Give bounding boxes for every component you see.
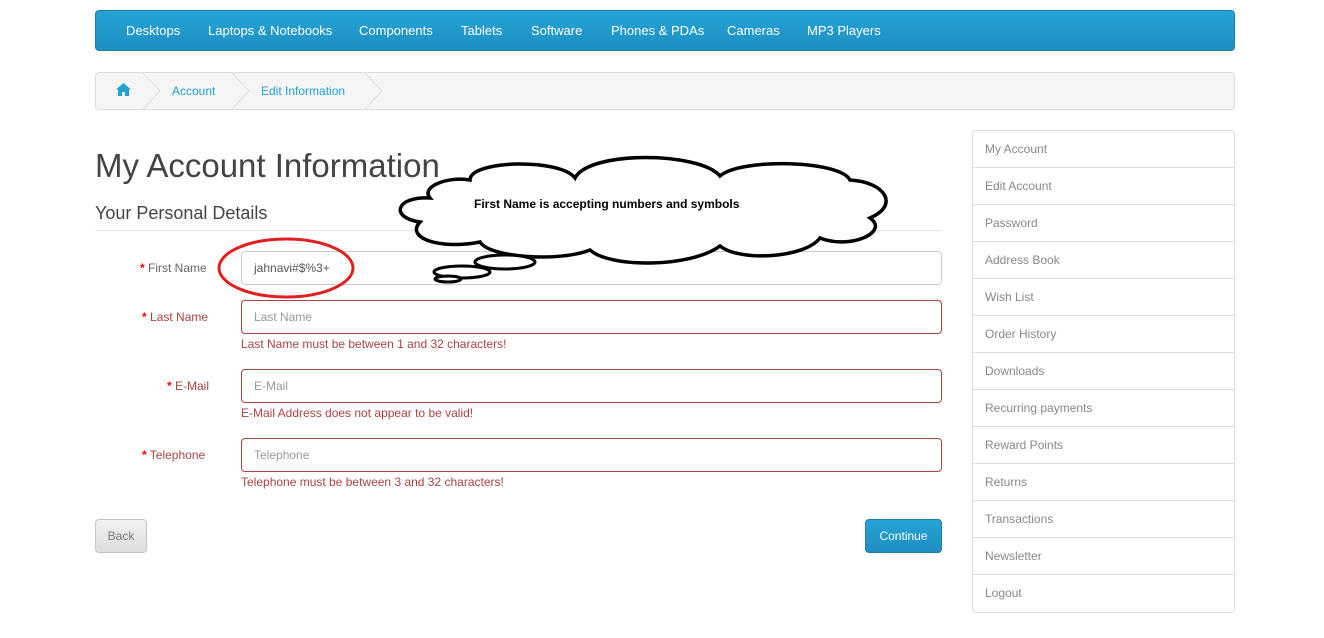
back-button[interactable]: Back (95, 519, 147, 553)
menu-item-cameras[interactable]: Cameras (727, 23, 780, 38)
breadcrumb: Account Edit Information (95, 72, 1235, 110)
home-icon[interactable] (116, 83, 131, 99)
sidebar-item-newsletter[interactable]: Newsletter (973, 538, 1234, 575)
last-name-label: * Last Name (142, 310, 209, 324)
sidebar-item-downloads[interactable]: Downloads (973, 353, 1234, 390)
sidebar-item-reward-points[interactable]: Reward Points (973, 427, 1234, 464)
section-title: Your Personal Details (95, 203, 268, 223)
menu-item-phones[interactable]: Phones & PDAs (611, 23, 704, 38)
menu-item-laptops[interactable]: Laptops & Notebooks (208, 23, 332, 38)
last-name-input[interactable] (241, 300, 942, 334)
page-title: My Account Information (95, 147, 440, 184)
menu-item-tablets[interactable]: Tablets (461, 23, 502, 38)
sidebar-item-returns[interactable]: Returns (973, 464, 1234, 501)
sidebar-item-recurring-payments[interactable]: Recurring payments (973, 390, 1234, 427)
menu-item-desktops[interactable]: Desktops (126, 23, 180, 38)
sidebar-item-order-history[interactable]: Order History (973, 316, 1234, 353)
sidebar-item-logout[interactable]: Logout (973, 575, 1234, 612)
breadcrumb-edit-information[interactable]: Edit Information (261, 84, 345, 98)
sidebar-item-address-book[interactable]: Address Book (973, 242, 1234, 279)
telephone-input[interactable] (241, 438, 942, 472)
account-sidebar: My Account Edit Account Password Address… (972, 130, 1235, 613)
sidebar-item-transactions[interactable]: Transactions (973, 501, 1234, 538)
annotation-note: First Name is accepting numbers and symb… (474, 197, 740, 211)
telephone-label: * Telephone (142, 448, 206, 462)
sidebar-item-my-account[interactable]: My Account (973, 131, 1234, 168)
top-menu: Desktops Laptops & Notebooks Components … (95, 10, 1235, 51)
breadcrumb-separator (364, 73, 383, 109)
breadcrumb-account[interactable]: Account (172, 84, 215, 98)
menu-item-software[interactable]: Software (531, 23, 582, 38)
email-label: * E-Mail (167, 379, 210, 393)
menu-item-components[interactable]: Components (359, 23, 433, 38)
telephone-error: Telephone must be between 3 and 32 chara… (241, 475, 504, 489)
first-name-label: * First Name (140, 261, 207, 275)
email-error: E-Mail Address does not appear to be val… (241, 406, 474, 420)
last-name-error: Last Name must be between 1 and 32 chara… (241, 337, 507, 351)
menu-item-mp3-players[interactable]: MP3 Players (807, 23, 881, 38)
continue-button[interactable]: Continue (865, 519, 942, 553)
divider (95, 230, 942, 231)
sidebar-item-password[interactable]: Password (973, 205, 1234, 242)
sidebar-item-edit-account[interactable]: Edit Account (973, 168, 1234, 205)
sidebar-item-wish-list[interactable]: Wish List (973, 279, 1234, 316)
first-name-input[interactable] (241, 251, 942, 285)
email-input[interactable] (241, 369, 942, 403)
